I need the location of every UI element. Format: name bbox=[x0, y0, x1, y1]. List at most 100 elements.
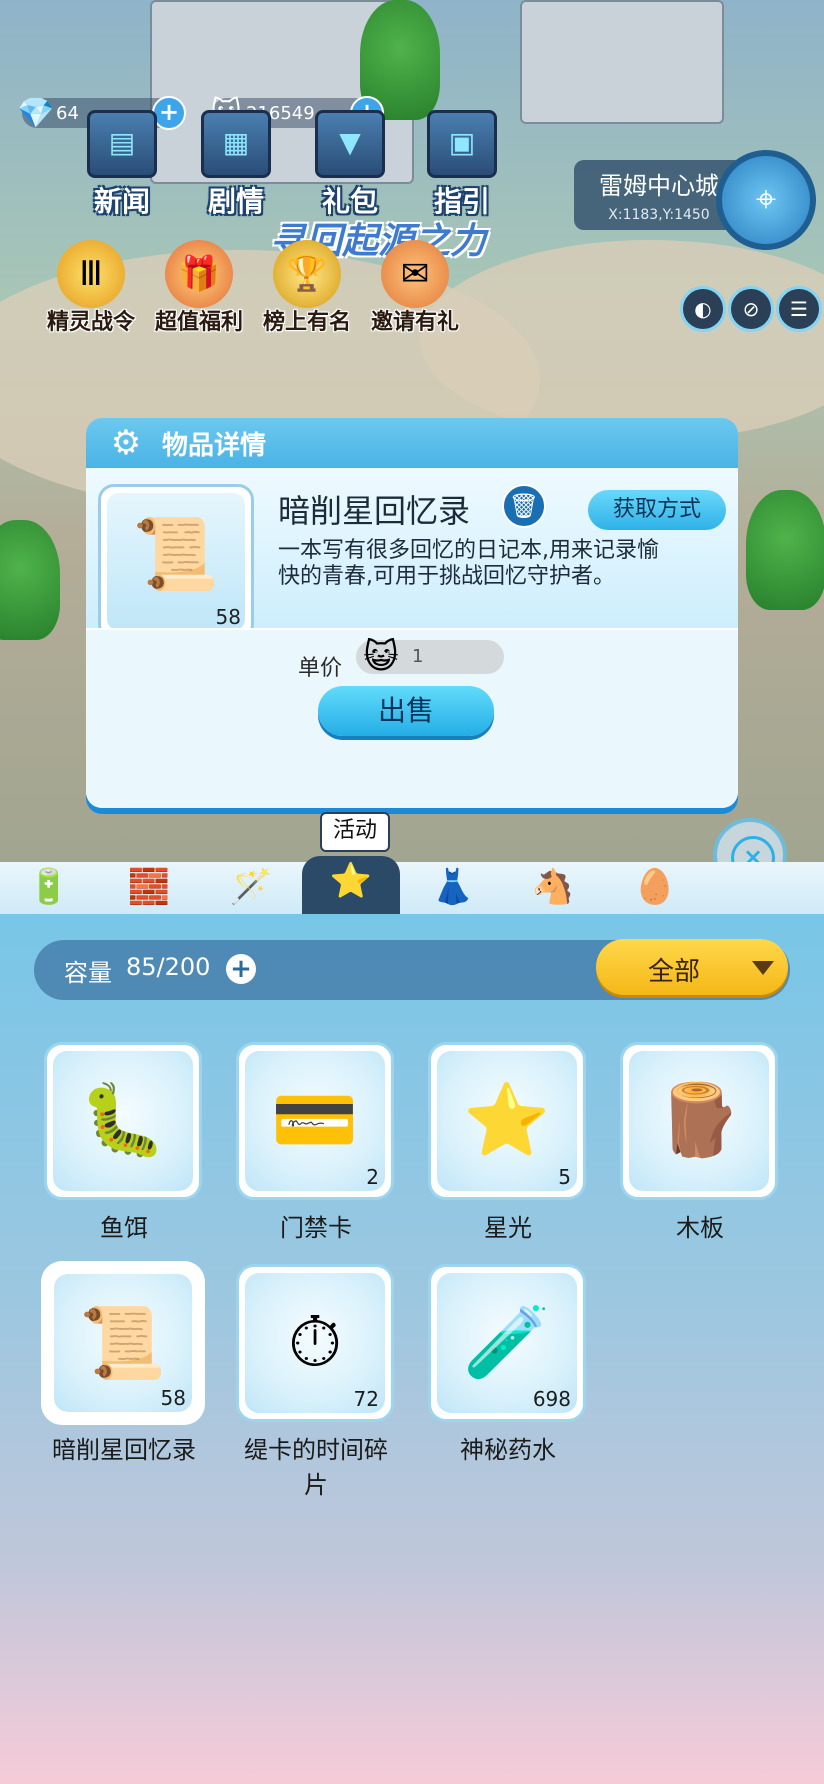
item-count: 58 bbox=[215, 605, 241, 629]
trophy-icon: 🏆 bbox=[273, 240, 341, 308]
access-card-icon: 💳 bbox=[271, 1079, 359, 1161]
plank-icon: 🪵 bbox=[655, 1079, 743, 1161]
expand-capacity-button[interactable]: + bbox=[226, 954, 256, 984]
item-description: 一本写有很多回忆的日记本,用来记录愉快的青春,可用于挑战回忆守护者。 bbox=[278, 538, 659, 589]
potion-icon: 🧪 bbox=[463, 1301, 551, 1383]
item-name: 木板 bbox=[676, 1214, 724, 1242]
clock-fragment-icon: ⏱ bbox=[287, 1301, 343, 1383]
inventory-slot[interactable]: 💳 2 门禁卡 bbox=[236, 1042, 396, 1243]
map-button[interactable]: ⌖ bbox=[716, 150, 816, 250]
inventory-slot[interactable]: 🪵 木板 bbox=[620, 1042, 780, 1243]
item-qty: 2 bbox=[366, 1165, 379, 1189]
menu-button[interactable]: ☰ bbox=[776, 286, 822, 332]
item-qty: 698 bbox=[532, 1387, 571, 1411]
discard-button[interactable]: 🗑 bbox=[502, 484, 546, 528]
inventory-slot[interactable]: ⭐ 5 星光 bbox=[428, 1042, 588, 1243]
guide-icon: ▣ bbox=[427, 110, 497, 178]
item-qty: 72 bbox=[353, 1387, 379, 1411]
category-tabs: 🔋 🧱 🪄 ⭐ 👗 🐴 🥚 bbox=[0, 856, 824, 914]
item-qty: 5 bbox=[558, 1165, 571, 1189]
tab-props[interactable]: 🪄 bbox=[202, 862, 300, 914]
dialog-header: ⚙ 物品详情 bbox=[86, 418, 738, 468]
battle-pass-button[interactable]: Ⅲ 精灵战令 bbox=[36, 240, 146, 336]
capacity-value: 85/200 bbox=[126, 953, 211, 981]
gear-icon: ⚙ bbox=[110, 423, 142, 463]
chevron-down-icon bbox=[752, 961, 774, 975]
acquire-method-button[interactable]: 获取方式 bbox=[588, 490, 726, 530]
tree bbox=[746, 490, 824, 610]
item-detail-dialog: ⚙ 物品详情 📜 58 暗削星回忆录 🗑 获取方式 一本写有很多回忆的日记本,用… bbox=[86, 418, 738, 808]
ranking-button[interactable]: 🏆 榜上有名 bbox=[252, 240, 362, 336]
gift-button[interactable]: ▼ 礼包 bbox=[300, 110, 400, 220]
inventory-slot[interactable]: 🧪 698 神秘药水 bbox=[428, 1264, 588, 1465]
battery-icon: 🔋 bbox=[27, 867, 71, 907]
battle-pass-label: 精灵战令 bbox=[46, 310, 135, 335]
filter-dropdown[interactable]: 全部 bbox=[596, 939, 788, 995]
invite-label: 邀请有礼 bbox=[370, 310, 459, 335]
speaker-icon: ◐ bbox=[694, 297, 712, 321]
inventory-slot[interactable]: ⏱ 72 缇卡的时间碎片 bbox=[236, 1264, 396, 1500]
item-name: 鱼饵 bbox=[100, 1214, 148, 1242]
news-label: 新闻 bbox=[93, 185, 150, 218]
trash-icon: 🗑 bbox=[508, 492, 540, 520]
star-box-icon: ⭐ bbox=[329, 861, 373, 901]
welfare-button[interactable]: 🎁 超值福利 bbox=[144, 240, 254, 336]
scroll-icon: 📜 bbox=[79, 1302, 167, 1384]
diamond-icon: 💎 bbox=[17, 95, 55, 131]
tab-eggs[interactable]: 🥚 bbox=[606, 862, 704, 914]
building bbox=[520, 0, 724, 124]
tab-battery[interactable]: 🔋 bbox=[0, 862, 98, 914]
voice-button[interactable]: ◐ bbox=[680, 286, 726, 332]
dialog-title: 物品详情 bbox=[162, 430, 267, 461]
inventory-slot[interactable]: 🐛 鱼饵 bbox=[44, 1042, 204, 1243]
story-icon: ▦ bbox=[201, 110, 271, 178]
welfare-label: 超值福利 bbox=[154, 310, 243, 335]
guide-button[interactable]: ▣ 指引 bbox=[412, 110, 512, 220]
gift-icon: ▼ bbox=[315, 110, 385, 178]
filter-label: 全部 bbox=[648, 957, 701, 987]
no-entry-icon: ⊘ bbox=[742, 297, 760, 321]
item-preview: 📜 58 bbox=[98, 484, 254, 640]
dress-icon: 👗 bbox=[431, 867, 475, 907]
item-name: 星光 bbox=[484, 1214, 532, 1242]
tab-toys[interactable]: 🐴 bbox=[504, 862, 602, 914]
invite-icon: ✉ bbox=[381, 240, 449, 308]
tab-tooltip: 活动 bbox=[320, 812, 390, 852]
star-wand-icon: 🪄 bbox=[229, 867, 273, 907]
news-button[interactable]: ▤ 新闻 bbox=[72, 110, 172, 220]
cat-coin-icon: 😺 bbox=[363, 637, 399, 677]
mute-button[interactable]: ⊘ bbox=[728, 286, 774, 332]
capacity-label: 容量 bbox=[64, 959, 112, 987]
scroll-icon: 📜 bbox=[132, 513, 220, 595]
starlight-icon: ⭐ bbox=[463, 1079, 551, 1161]
item-name: 门禁卡 bbox=[280, 1214, 352, 1242]
item-qty: 58 bbox=[160, 1386, 186, 1410]
rocking-horse-icon: 🐴 bbox=[531, 867, 575, 907]
news-icon: ▤ bbox=[87, 110, 157, 178]
tab-blocks[interactable]: 🧱 bbox=[100, 862, 198, 914]
tab-activity[interactable]: ⭐ bbox=[302, 856, 400, 914]
map-icon: ⌖ bbox=[755, 179, 777, 220]
invite-button[interactable]: ✉ 邀请有礼 bbox=[360, 240, 470, 336]
story-button[interactable]: ▦ 剧情 bbox=[186, 110, 286, 220]
list-icon: ☰ bbox=[790, 297, 808, 321]
unit-price-value: 1 bbox=[412, 646, 424, 667]
bait-icon: 🐛 bbox=[79, 1079, 167, 1161]
item-name: 缇卡的时间碎片 bbox=[244, 1436, 388, 1499]
ranking-label: 榜上有名 bbox=[262, 310, 351, 335]
welfare-icon: 🎁 bbox=[165, 240, 233, 308]
battle-pass-icon: Ⅲ bbox=[57, 240, 125, 308]
item-name: 暗削星回忆录 bbox=[52, 1436, 196, 1464]
tab-outfit[interactable]: 👗 bbox=[404, 862, 502, 914]
item-name: 暗削星回忆录 bbox=[278, 492, 471, 530]
blocks-icon: 🧱 bbox=[127, 867, 171, 907]
dialog-body: 📜 58 暗削星回忆录 🗑 获取方式 一本写有很多回忆的日记本,用来记录愉快的青… bbox=[86, 468, 738, 640]
egg-icon: 🥚 bbox=[633, 867, 677, 907]
sell-button[interactable]: 出售 bbox=[318, 686, 494, 736]
inventory-slot-selected[interactable]: 📜 58 暗削星回忆录 bbox=[44, 1264, 204, 1465]
item-name: 神秘药水 bbox=[460, 1436, 556, 1464]
dialog-footer: 单价 😺 1 出售 bbox=[86, 628, 738, 808]
tree bbox=[0, 520, 60, 640]
unit-price-label: 单价 bbox=[298, 656, 343, 681]
inventory-panel: 容量 85/200 + 全部 🐛 鱼饵 💳 2 门禁卡 ⭐ 5 星光 🪵 木板 … bbox=[0, 914, 824, 1784]
